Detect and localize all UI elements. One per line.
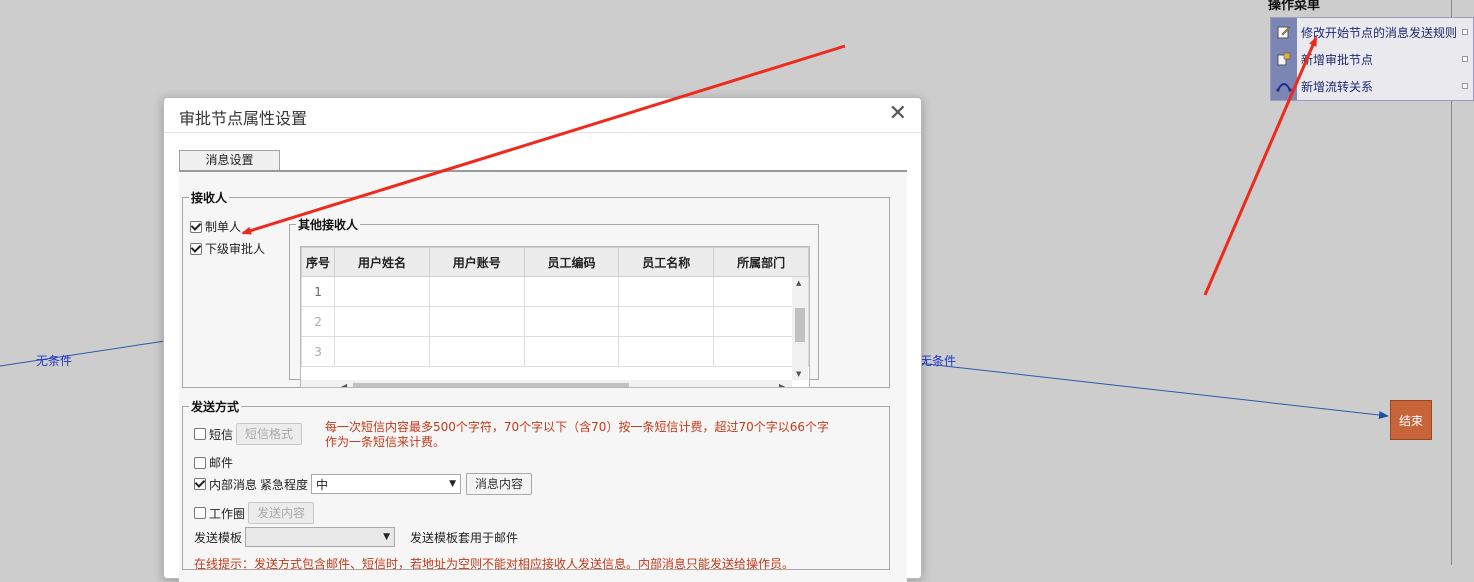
annotation-arrow-to-menu: [1203, 36, 1318, 296]
annotation-arrow-to-checkbox: [241, 44, 846, 235]
annotation-arrows: [241, 36, 1318, 296]
